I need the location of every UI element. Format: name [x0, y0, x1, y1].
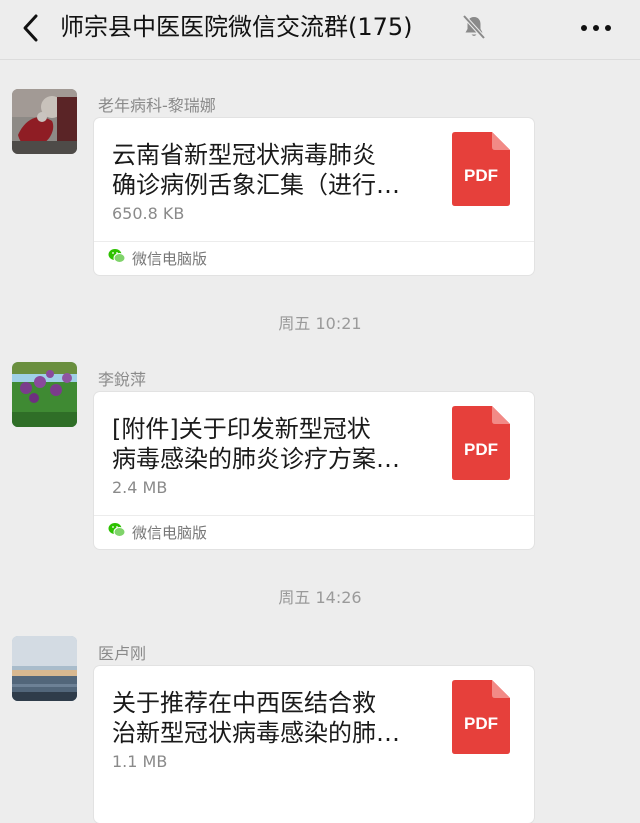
- file-message-card[interactable]: [附件]关于印发新型冠状 病毒感染的肺炎诊疗方案… 2.4 MB PDF 微信电…: [94, 392, 534, 549]
- timestamp: 周五 14:26: [278, 588, 362, 607]
- avatar[interactable]: [12, 636, 77, 701]
- pdf-file-icon: PDF: [452, 132, 510, 206]
- file-title-line: [附件]关于印发新型冠状: [112, 415, 371, 443]
- card-divider: [94, 241, 534, 242]
- timestamp: 周五 10:21: [278, 314, 362, 333]
- avatar[interactable]: [12, 89, 77, 154]
- wechat-logo-icon: [108, 249, 126, 263]
- chat-title: 师宗县中医医院微信交流群(175): [60, 13, 413, 41]
- file-type-label: PDF: [464, 440, 498, 459]
- file-type-label: PDF: [464, 166, 498, 185]
- sender-name: 老年病科-黎瑞娜: [98, 96, 216, 115]
- source-label: 微信电脑版: [132, 250, 208, 268]
- file-title-line: 关于推荐在中西医结合救: [112, 689, 376, 717]
- pdf-file-icon: PDF: [452, 680, 510, 754]
- file-size: 1.1 MB: [112, 752, 168, 771]
- file-title: 云南省新型冠状病毒肺炎 确诊病例舌象汇集（进行…: [112, 140, 434, 200]
- file-title-line: 云南省新型冠状病毒肺炎: [112, 141, 376, 169]
- file-type-label: PDF: [464, 714, 498, 733]
- source-label: 微信电脑版: [132, 524, 208, 542]
- file-message-card[interactable]: 云南省新型冠状病毒肺炎 确诊病例舌象汇集（进行… 650.8 KB PDF 微信…: [94, 118, 534, 275]
- chevron-left-icon: [23, 14, 38, 42]
- more-options-button[interactable]: [576, 14, 616, 42]
- card-divider: [94, 515, 534, 516]
- file-size: 2.4 MB: [112, 478, 168, 497]
- avatar[interactable]: [12, 362, 77, 427]
- file-size: 650.8 KB: [112, 204, 185, 223]
- sender-name: 医卢刚: [98, 644, 147, 663]
- mute-indicator: [462, 14, 486, 40]
- file-title-line: 病毒感染的肺炎诊疗方案…: [112, 445, 400, 473]
- pdf-file-icon: PDF: [452, 406, 510, 480]
- file-message-card[interactable]: 关于推荐在中西医结合救 治新型冠状病毒感染的肺… 1.1 MB PDF: [94, 666, 534, 823]
- chat-header: 师宗县中医医院微信交流群(175): [0, 0, 640, 60]
- back-button[interactable]: [16, 12, 48, 44]
- file-title-line: 确诊病例舌象汇集（进行…: [112, 171, 400, 199]
- ellipsis-icon: [581, 25, 611, 31]
- bell-muted-icon: [462, 14, 486, 40]
- file-title-line: 治新型冠状病毒感染的肺…: [112, 719, 400, 747]
- file-title: 关于推荐在中西医结合救 治新型冠状病毒感染的肺…: [112, 688, 434, 748]
- wechat-logo-icon: [108, 523, 126, 537]
- file-title: [附件]关于印发新型冠状 病毒感染的肺炎诊疗方案…: [112, 414, 434, 474]
- sender-name: 李銳萍: [98, 370, 147, 389]
